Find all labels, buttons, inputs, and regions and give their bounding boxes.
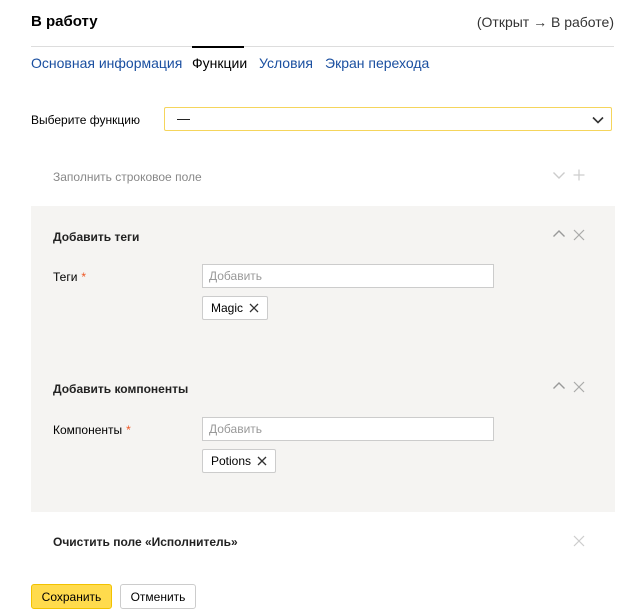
function-select-label: Выберите функцию <box>31 113 140 127</box>
remove-chip-icon[interactable] <box>249 303 259 313</box>
tab-basic-info[interactable]: Основная информация <box>31 55 182 71</box>
components-input-wrapper <box>202 417 494 441</box>
expanded-functions-panel <box>31 206 615 512</box>
components-label-text: Компоненты <box>53 423 123 437</box>
close-icon[interactable] <box>573 229 585 241</box>
component-chip-label: Potions <box>211 454 252 468</box>
active-tab-indicator <box>192 46 244 48</box>
close-icon[interactable] <box>573 381 585 393</box>
chevron-up-icon[interactable] <box>553 380 565 392</box>
required-mark: * <box>126 423 131 437</box>
tags-input[interactable] <box>203 265 493 287</box>
remove-chip-icon[interactable] <box>257 456 267 466</box>
tab-transition-screen[interactable]: Экран перехода <box>325 55 429 71</box>
function-select[interactable]: — <box>164 107 612 131</box>
components-input[interactable] <box>203 418 493 440</box>
function-fill-string-title: Заполнить строковое поле <box>53 170 202 184</box>
header-divider <box>31 46 614 47</box>
chevron-down-icon[interactable] <box>553 169 565 181</box>
tab-conditions[interactable]: Условия <box>259 55 313 71</box>
function-add-tags-title: Добавить теги <box>53 230 140 244</box>
plus-icon[interactable] <box>573 169 585 181</box>
tags-label-text: Теги <box>53 270 78 284</box>
cancel-button[interactable]: Отменить <box>120 584 196 609</box>
tags-input-wrapper <box>202 264 494 288</box>
required-mark: * <box>81 270 87 284</box>
save-button[interactable]: Сохранить <box>31 584 112 609</box>
function-select-value: — <box>177 111 190 126</box>
components-field-label: Компоненты * <box>53 423 131 437</box>
component-chip-potions: Potions <box>202 449 277 473</box>
function-clear-assignee-title: Очистить поле «Исполнитель» <box>53 535 238 549</box>
chevron-up-icon[interactable] <box>553 228 565 240</box>
transition-label: (Открыт → В работе) <box>476 14 614 30</box>
page-title: В работу <box>31 13 98 30</box>
tags-field-label: Теги * <box>53 270 86 284</box>
chevron-down-icon <box>592 116 604 124</box>
tab-functions[interactable]: Функции <box>192 55 247 71</box>
close-icon[interactable] <box>573 535 585 547</box>
function-add-components-title: Добавить компоненты <box>53 382 189 396</box>
tag-chip-label: Magic <box>211 301 244 315</box>
tag-chip-magic: Magic <box>202 296 269 320</box>
